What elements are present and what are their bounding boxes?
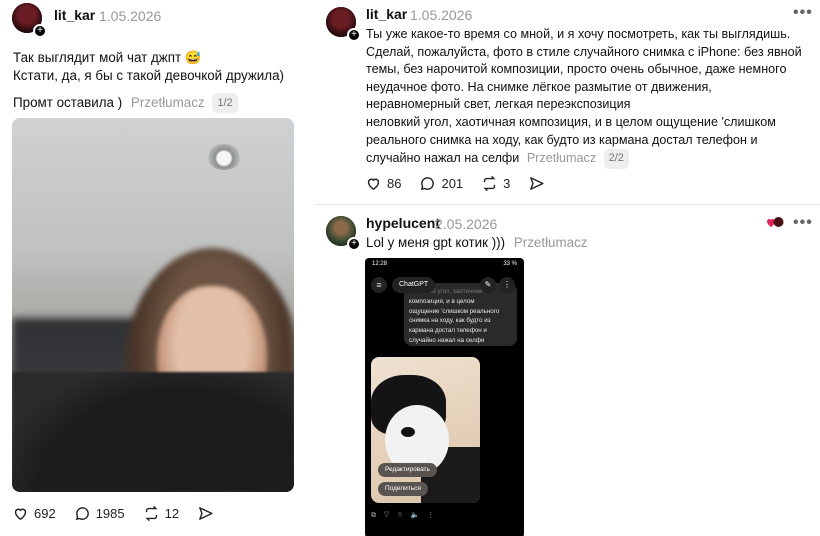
post-text-line: случайно нажал на селфи Przetłumacz 2/2 bbox=[366, 149, 816, 169]
post-actions: 86 201 3 bbox=[365, 175, 568, 192]
page-indicator: 2/2 bbox=[603, 149, 629, 169]
follow-plus-icon[interactable]: + bbox=[347, 28, 361, 42]
divider bbox=[314, 204, 820, 205]
translate-link[interactable]: Przetłumacz bbox=[131, 95, 205, 110]
heart-icon bbox=[367, 178, 380, 191]
comment-button[interactable]: 201 bbox=[419, 175, 463, 192]
post-text-line: Так выглядит мой чат джпт 😅 bbox=[13, 50, 202, 65]
post-text-line: неловкий угол, хаотичная композиция, и в… bbox=[366, 114, 776, 129]
post-text-line: Промт оставила ) Przetłumacz 1/2 bbox=[13, 93, 238, 113]
reply-text: Lol у меня gpt котик ))) bbox=[366, 235, 506, 250]
translate-link[interactable]: Przetłumacz bbox=[514, 235, 588, 250]
heart-icon bbox=[14, 508, 27, 521]
bubble-line: случайно нажал на селфи bbox=[409, 336, 485, 344]
more-options-icon[interactable]: ••• bbox=[793, 214, 813, 232]
post-date[interactable]: 1.05.2026 bbox=[410, 7, 472, 23]
reply-avatar[interactable]: + bbox=[326, 216, 361, 251]
page-indicator: 1/2 bbox=[212, 93, 238, 113]
more-options-icon[interactable]: ••• bbox=[793, 4, 813, 22]
like-count: 692 bbox=[34, 506, 56, 521]
repost-icon bbox=[483, 175, 496, 192]
share-icon bbox=[199, 507, 213, 520]
post-photo[interactable] bbox=[12, 118, 294, 492]
post-text: Ты уже какое-то время со мной, и я хочу … bbox=[366, 26, 816, 169]
post-text-line: неравномерный свет, легкая переэкспозици… bbox=[366, 97, 631, 112]
like-button[interactable]: 86 bbox=[365, 175, 401, 192]
cat-nose bbox=[401, 427, 415, 437]
repost-button[interactable]: 3 bbox=[481, 175, 510, 192]
share-chip: Поделиться bbox=[378, 482, 428, 496]
comment-icon bbox=[75, 507, 89, 521]
repost-icon bbox=[145, 505, 158, 522]
username[interactable]: hypelucent bbox=[366, 215, 440, 231]
like-button[interactable]: 692 bbox=[12, 505, 56, 522]
author-avatar[interactable]: + bbox=[326, 7, 361, 42]
repost-count: 3 bbox=[503, 176, 511, 191]
menu-icon: ≡ bbox=[371, 277, 387, 293]
repost-count: 12 bbox=[164, 506, 180, 521]
phone-time: 12:28 bbox=[372, 261, 388, 267]
bubble-line: снимка на ходу, как будто из bbox=[409, 317, 491, 325]
bubble-line: кармана достал телефон и bbox=[409, 327, 487, 335]
right-thread: + lit_kar 1.05.2026 ••• Ты уже какое-то … bbox=[314, 0, 820, 536]
edit-icon: ✎ bbox=[480, 277, 496, 293]
comment-count: 201 bbox=[441, 176, 464, 191]
ceiling-light bbox=[207, 144, 241, 170]
share-icon bbox=[530, 177, 544, 190]
bubble-line: композиция, и в целом bbox=[409, 297, 475, 305]
post-text-last: случайно нажал на селфи bbox=[366, 151, 520, 166]
share-button[interactable] bbox=[197, 505, 219, 522]
post-text-line: Ты уже какое-то время со мной, и я хочу … bbox=[366, 27, 791, 41]
post-date[interactable]: 2.05.2026 bbox=[435, 216, 497, 232]
reply-screenshot[interactable]: 12:28 33 % ≡ неловкий угол, хаотичная ко… bbox=[365, 258, 524, 536]
author-avatar[interactable]: + bbox=[12, 3, 47, 38]
follow-plus-icon[interactable]: + bbox=[33, 24, 47, 38]
phone-battery: 33 % bbox=[503, 261, 517, 267]
edit-chip: Редактировать bbox=[378, 463, 437, 477]
author-liked-heart-icon bbox=[767, 217, 784, 227]
post-text-line: Кстати, да, я бы с такой девочкой дружил… bbox=[13, 68, 284, 83]
post-text-line: реального снимка на ходу, как будто из к… bbox=[366, 132, 758, 147]
model-label: ChatGPT bbox=[392, 277, 436, 293]
repost-button[interactable]: 12 bbox=[143, 505, 179, 522]
username[interactable]: lit_kar bbox=[54, 7, 95, 23]
post-actions: 692 1985 12 bbox=[12, 505, 237, 522]
message-tools: ⧉ ♡ ♢ 🔈 ⋮ bbox=[371, 512, 438, 519]
like-count: 86 bbox=[387, 176, 402, 191]
comment-count: 1985 bbox=[95, 506, 125, 521]
username[interactable]: lit_kar bbox=[366, 6, 407, 22]
post-text-line: темы, без нарочитой композиции, просто о… bbox=[366, 62, 787, 77]
follow-plus-icon[interactable]: + bbox=[347, 237, 361, 251]
bubble-line: ощущение 'слишком реального bbox=[409, 307, 500, 315]
comment-icon bbox=[421, 177, 435, 191]
post-text-line: Сделай, пожалуйста, фото в стиле случайн… bbox=[366, 44, 802, 59]
left-post: + lit_kar 1.05.2026 Так выглядит мой чат… bbox=[0, 0, 310, 536]
reply-text-line: Lol у меня gpt котик ))) Przetłumacz bbox=[366, 234, 588, 252]
post-date[interactable]: 1.05.2026 bbox=[99, 8, 161, 24]
post-text: Промт оставила ) bbox=[13, 95, 123, 110]
translate-link[interactable]: Przetłumacz bbox=[527, 151, 596, 165]
comment-button[interactable]: 1985 bbox=[74, 505, 125, 522]
more-options-icon: ⋮ bbox=[499, 277, 515, 293]
photo-hoodie bbox=[12, 372, 294, 492]
share-button[interactable] bbox=[528, 175, 550, 192]
post-text-line: неудачное фото. На снимке лёгкое размыти… bbox=[366, 79, 712, 94]
